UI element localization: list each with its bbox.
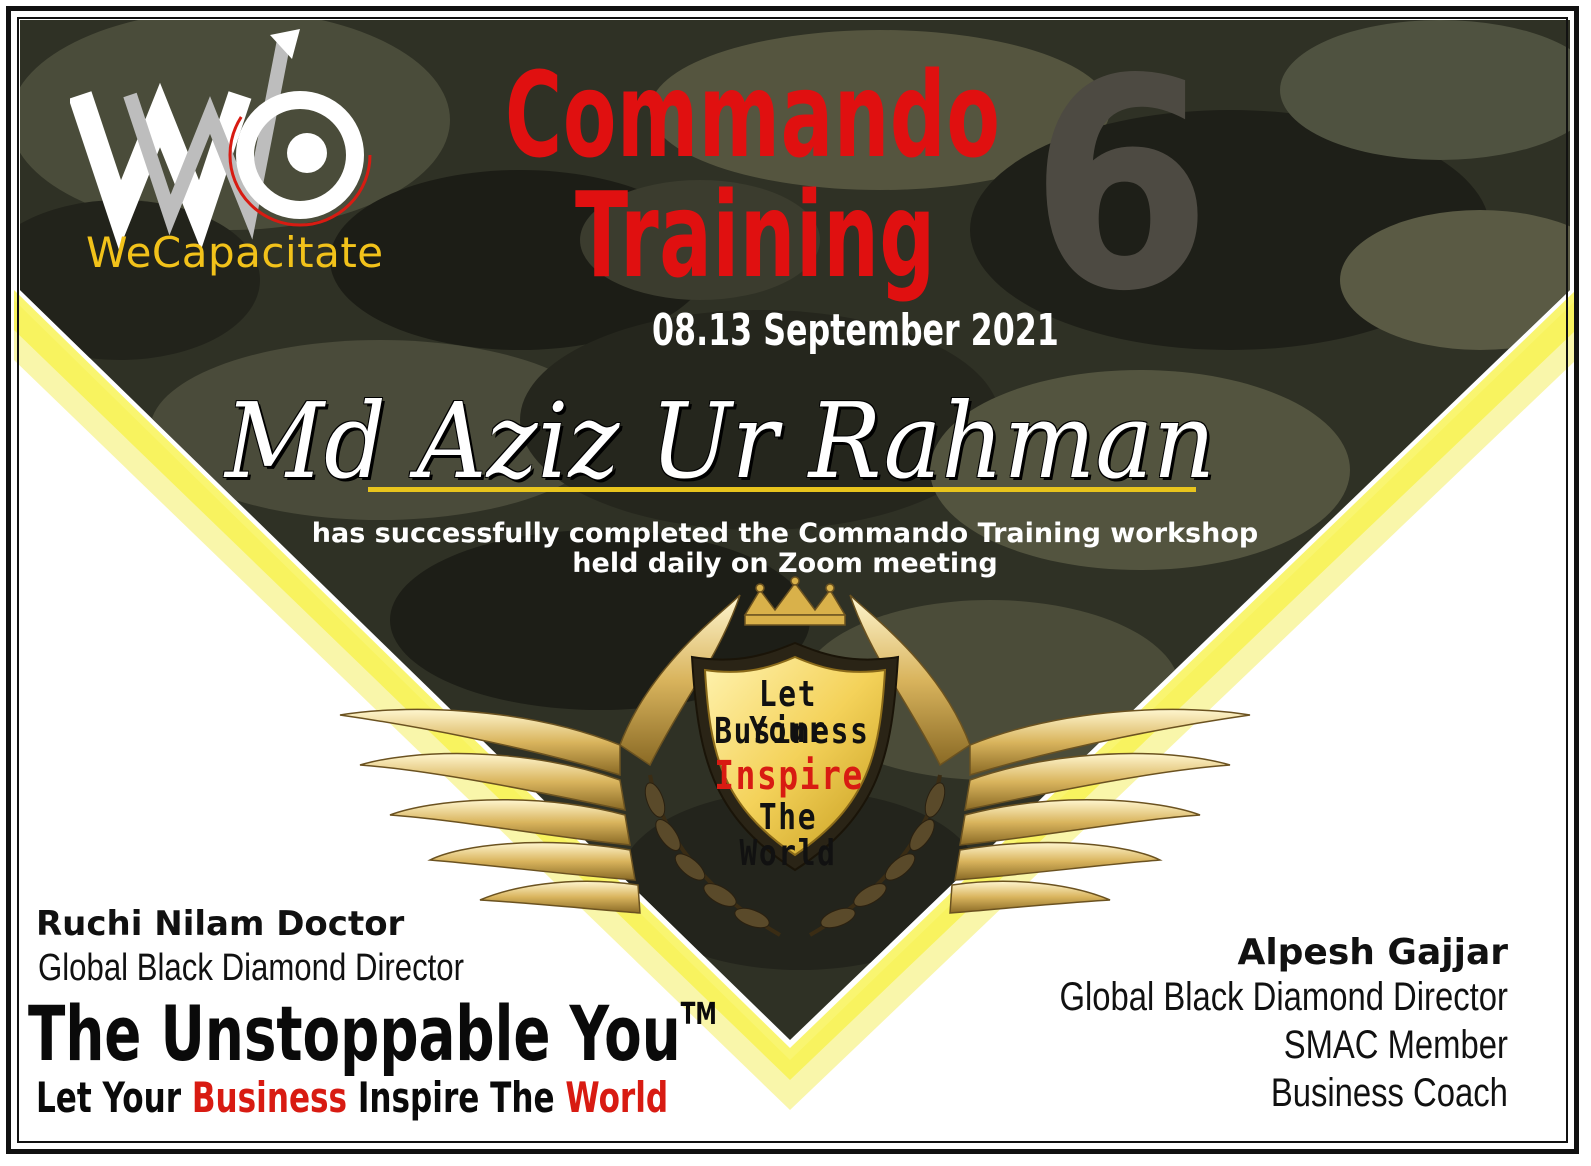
left-signatory-role: Global Black Diamond Director xyxy=(38,947,465,989)
badge-line-4: The World xyxy=(739,797,837,874)
badge-line-3: Inspire xyxy=(714,753,864,799)
brand-title: The Unstoppable YouTM xyxy=(28,992,717,1076)
edition-number: 6 xyxy=(1030,18,1212,355)
recipient-name: Md Aziz Ur Rahman xyxy=(225,380,1216,502)
tagline-part-3: Inspire The xyxy=(347,1073,566,1122)
logo-brand-text: WeCapacitate xyxy=(86,228,384,277)
right-signatory: Alpesh Gajjar Global Black Diamond Direc… xyxy=(961,932,1508,1117)
tagline-part-4: World xyxy=(565,1073,669,1122)
left-signatory-name: Ruchi Nilam Doctor xyxy=(36,904,405,944)
right-signatory-line-2: SMAC Member xyxy=(1283,1023,1508,1067)
certificate-page: WeCapacitate 6 Commando Training 08.13 S… xyxy=(0,0,1591,1166)
tagline-part-2: Business xyxy=(191,1073,348,1122)
brand-tagline: Let Your Business Inspire The World xyxy=(36,1073,668,1122)
right-signatory-line-3: Business Coach xyxy=(1270,1071,1508,1115)
event-date: 08.13 September 2021 xyxy=(652,305,1059,356)
tagline-part-1: Let Your xyxy=(36,1073,192,1122)
title-line-1: Commando xyxy=(505,46,1001,184)
right-signatory-role: Global Black Diamond Director xyxy=(1059,975,1508,1019)
name-underline xyxy=(368,487,1196,492)
title-line-2: Training xyxy=(575,166,936,304)
brand-name: The Unstoppable You xyxy=(28,989,681,1078)
crown-icon xyxy=(743,576,847,626)
right-signatory-name: Alpesh Gajjar xyxy=(1237,932,1508,973)
trademark-mark: TM xyxy=(680,997,717,1032)
badge-line-2: Business xyxy=(714,711,870,752)
description-line-1: has successfully completed the Commando … xyxy=(311,518,1259,549)
